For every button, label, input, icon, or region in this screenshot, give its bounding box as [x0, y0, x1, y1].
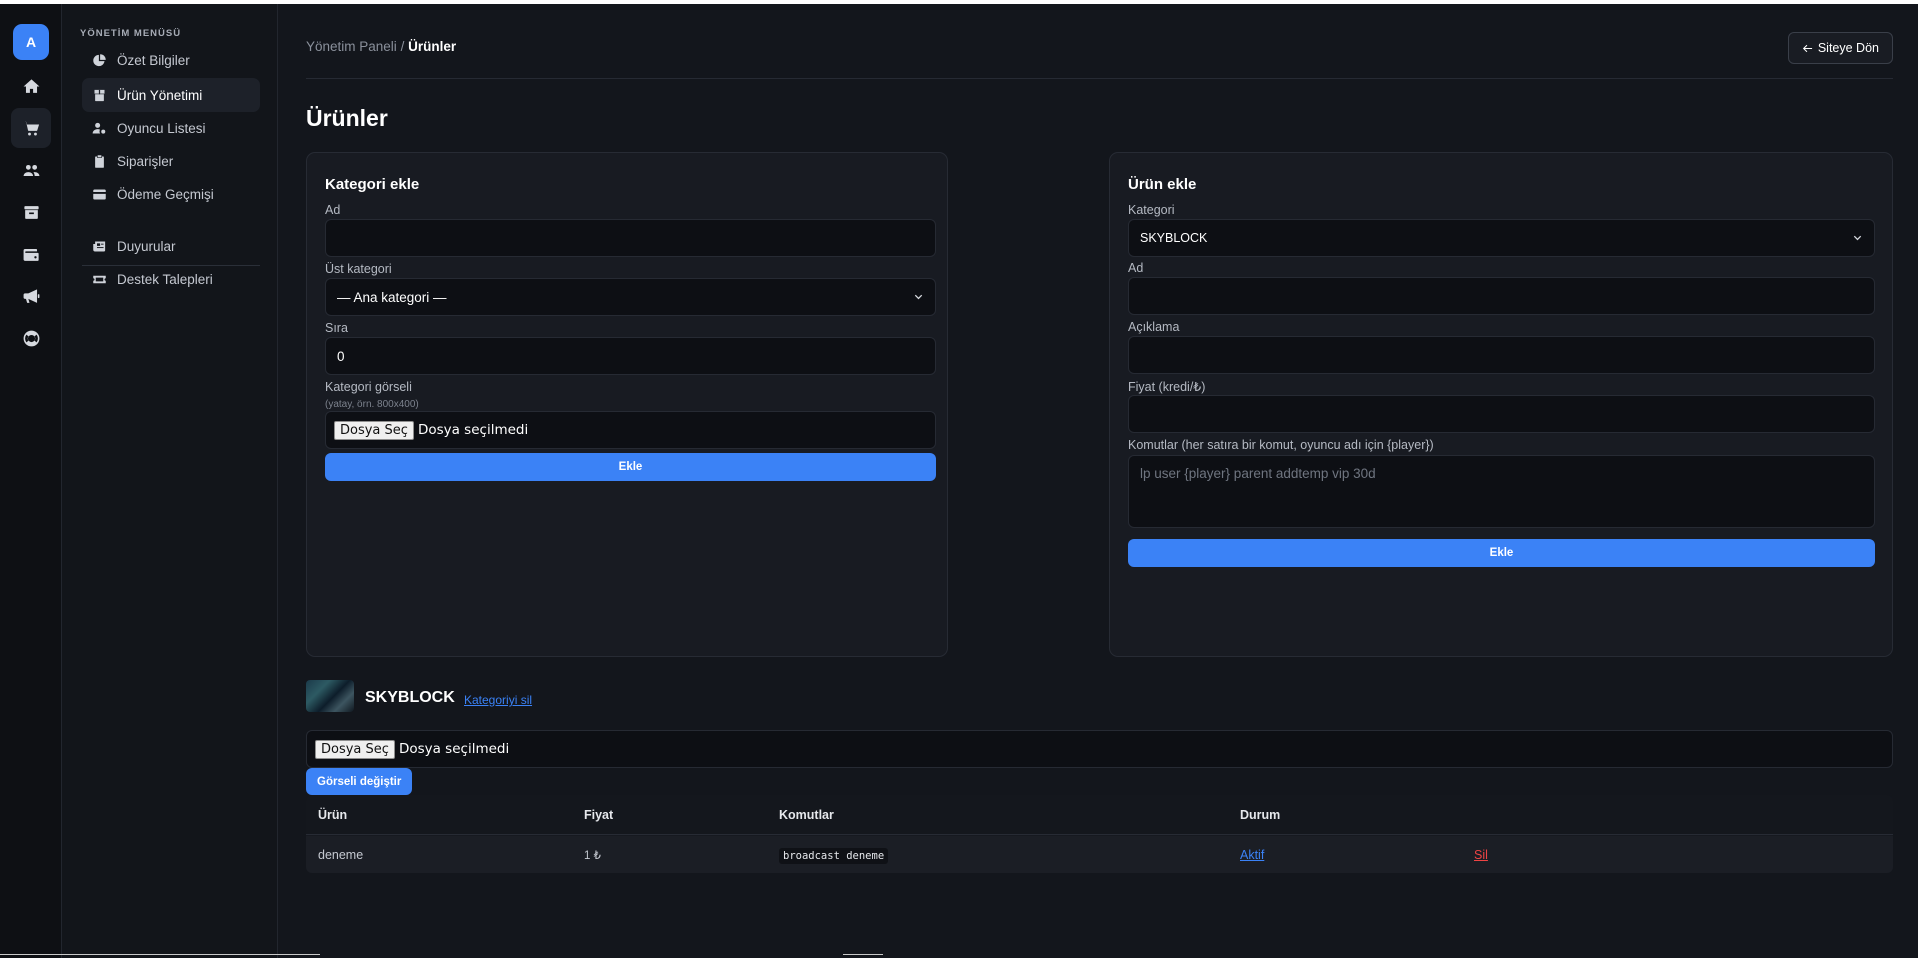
category-form-card: Kategori ekle Ad Üst kategori — Ana kate…: [306, 152, 948, 657]
menu-item-label: Ödeme Geçmişi: [117, 186, 214, 202]
archive-icon[interactable]: [11, 192, 51, 232]
product-form-title: Ürün ekle: [1128, 176, 1197, 193]
avatar[interactable]: A: [13, 24, 49, 60]
product-name-input[interactable]: [1128, 277, 1875, 315]
products-table: Ürün Fiyat Komutlar Durum deneme 1 ₺ bro…: [306, 795, 1893, 873]
window-bottom-edge: [0, 954, 320, 955]
menu-item-overview[interactable]: Özet Bilgiler: [82, 43, 260, 77]
table-header: Ürün Fiyat Komutlar Durum: [306, 795, 1893, 835]
lifering-icon[interactable]: [11, 318, 51, 358]
chart-pie-icon: [93, 53, 106, 66]
side-menu: YÖNETİM MENÜSÜ Özet Bilgiler Ürün Yöneti…: [62, 4, 278, 958]
product-commands-cell: broadcast deneme: [779, 848, 889, 864]
column-header-product: Ürün: [318, 808, 348, 822]
user-gear-icon: [92, 122, 106, 134]
arrow-left-icon: [1802, 44, 1812, 52]
product-price-input[interactable]: [1128, 395, 1875, 433]
box-icon: [94, 89, 105, 101]
menu-item-label: Duyurular: [117, 238, 176, 254]
product-delete-cell: Sil: [1474, 848, 1488, 862]
column-header-status: Durum: [1240, 808, 1281, 822]
product-name-cell: deneme: [318, 848, 364, 862]
product-category-select[interactable]: SKYBLOCK: [1128, 219, 1875, 257]
product-form-card: Ürün ekle Kategori SKYBLOCK Ad Açıklama …: [1109, 152, 1893, 657]
menu-item-label: Oyuncu Listesi: [117, 120, 206, 136]
order-label: Sıra: [325, 321, 348, 335]
menu-item-orders[interactable]: Siparişler: [82, 144, 260, 178]
product-category-label: Kategori: [1128, 203, 1175, 217]
chevron-down-icon: [1853, 235, 1862, 240]
menu-item-label: Siparişler: [117, 153, 174, 169]
page-title: Ürünler: [306, 105, 388, 131]
product-description-input[interactable]: [1128, 336, 1875, 374]
product-price-label: Fiyat (kredi/₺): [1128, 380, 1206, 394]
menu-item-support[interactable]: Destek Talepleri: [82, 262, 260, 296]
chevron-down-icon: [914, 294, 923, 299]
newspaper-icon: [93, 241, 106, 251]
category-image-file-input[interactable]: Dosya Seç Dosya seçilmedi: [325, 411, 936, 449]
delete-category-link[interactable]: Kategoriyi sil: [464, 693, 532, 707]
product-category-value: SKYBLOCK: [1140, 231, 1208, 245]
table-row: deneme 1 ₺ broadcast deneme Aktif Sil: [306, 836, 1893, 873]
breadcrumb-separator: /: [400, 39, 405, 54]
menu-item-players[interactable]: Oyuncu Listesi: [82, 111, 260, 145]
category-thumbnail: [306, 680, 354, 712]
category-image-hint: (yatay, örn. 800x400): [325, 399, 419, 410]
add-category-button[interactable]: Ekle: [325, 453, 936, 481]
users-icon[interactable]: [11, 150, 51, 190]
icon-rail: A: [0, 4, 62, 958]
menu-item-label: Özet Bilgiler: [117, 52, 190, 68]
file-status: Dosya seçilmedi: [398, 741, 510, 757]
delete-product-link[interactable]: Sil: [1474, 848, 1488, 862]
window-bottom-edge: [843, 954, 883, 955]
menu-item-label: Destek Talepleri: [117, 271, 213, 287]
file-status: Dosya seçilmedi: [417, 422, 529, 438]
choose-file-button[interactable]: Dosya Seç: [334, 420, 414, 440]
bullhorn-icon[interactable]: [11, 276, 51, 316]
header-divider: [306, 78, 1893, 79]
breadcrumb: Yönetim Paneli / Ürünler: [306, 39, 456, 54]
product-name-label: Ad: [1128, 261, 1144, 275]
main-content: Yönetim Paneli / Ürünler Siteye Dön Ürün…: [279, 4, 1918, 958]
category-name-label: Ad: [325, 203, 341, 217]
parent-category-value: — Ana kategori —: [337, 289, 447, 305]
product-commands-textarea[interactable]: lp user {player} parent addtemp vip 30d: [1128, 455, 1875, 528]
change-image-button[interactable]: Görseli değiştir: [306, 768, 413, 795]
category-form-title: Kategori ekle: [325, 176, 420, 193]
cart-icon[interactable]: [11, 108, 51, 148]
back-to-site-button[interactable]: Siteye Dön: [1787, 32, 1893, 64]
wallet-icon[interactable]: [11, 234, 51, 274]
ticket-icon: [93, 275, 106, 283]
menu-item-label: Ürün Yönetimi: [117, 87, 203, 103]
column-header-price: Fiyat: [584, 808, 614, 822]
menu-title: YÖNETİM MENÜSÜ: [80, 28, 182, 39]
category-name: SKYBLOCK: [365, 689, 455, 706]
category-image-label: Kategori görseli: [325, 380, 412, 394]
category-image-change-file-input[interactable]: Dosya Seç Dosya seçilmedi: [306, 730, 1893, 768]
status-toggle-link[interactable]: Aktif: [1240, 848, 1264, 862]
choose-file-button[interactable]: Dosya Seç: [315, 739, 395, 759]
home-icon[interactable]: [11, 66, 51, 106]
parent-category-label: Üst kategori: [325, 262, 392, 276]
menu-item-payments[interactable]: Ödeme Geçmişi: [82, 177, 260, 211]
product-price-cell: 1 ₺: [584, 850, 601, 862]
breadcrumb-current: Ürünler: [408, 39, 457, 54]
credit-card-icon: [93, 189, 106, 199]
breadcrumb-root[interactable]: Yönetim Paneli: [306, 39, 397, 54]
menu-item-products[interactable]: Ürün Yönetimi: [82, 78, 260, 112]
clipboard-icon: [95, 154, 104, 168]
category-name-input[interactable]: [325, 219, 936, 257]
order-input[interactable]: 0: [325, 337, 936, 375]
product-commands-label: Komutlar (her satıra bir komut, oyuncu a…: [1128, 438, 1434, 452]
add-product-button[interactable]: Ekle: [1128, 539, 1875, 567]
product-description-label: Açıklama: [1128, 320, 1180, 334]
back-to-site-label: Siteye Dön: [1817, 41, 1879, 55]
menu-item-announcements[interactable]: Duyurular: [82, 229, 260, 263]
product-status-cell: Aktif: [1240, 848, 1264, 862]
parent-category-select[interactable]: — Ana kategori —: [325, 278, 936, 316]
column-header-commands: Komutlar: [779, 808, 834, 822]
command-code: broadcast deneme: [779, 848, 889, 864]
